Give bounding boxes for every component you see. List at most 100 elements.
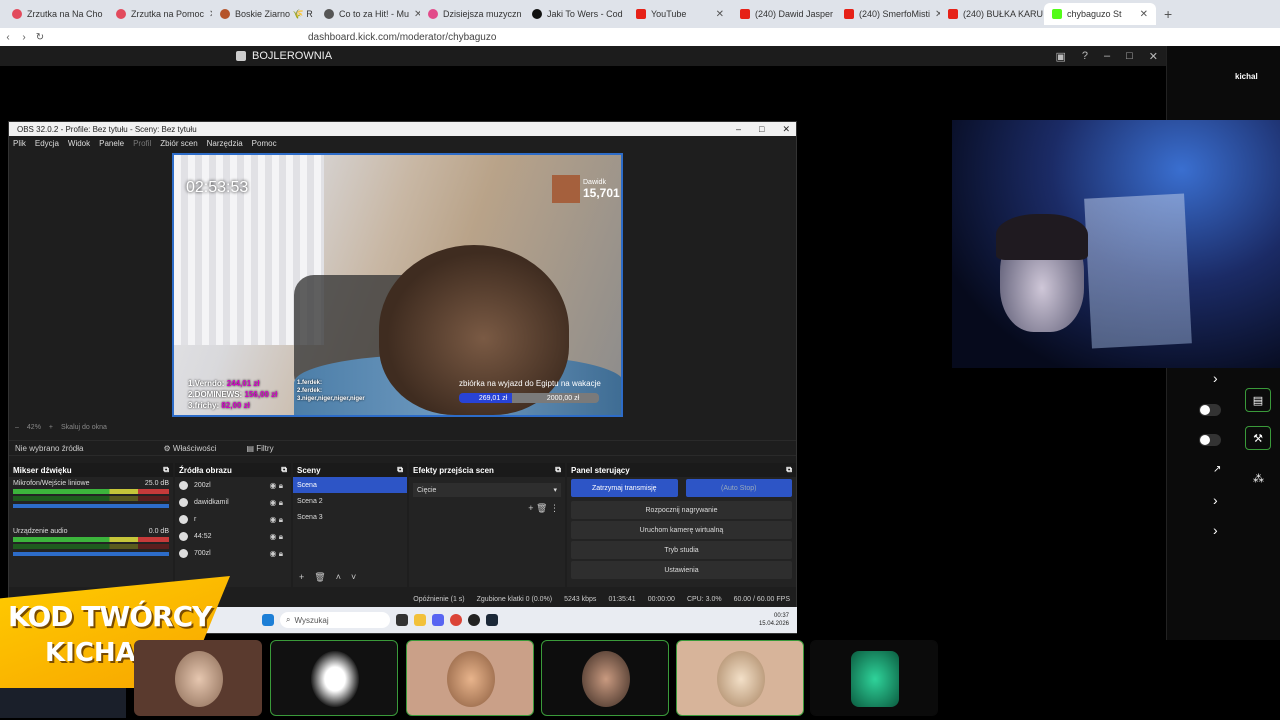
trash-icon[interactable]: 🗑︎ xyxy=(536,503,547,513)
menu-tools[interactable]: Narzędzia xyxy=(207,139,243,148)
help-icon[interactable]: ? xyxy=(1082,50,1088,63)
close-icon[interactable]: ✕ xyxy=(782,124,790,135)
scene-item[interactable]: Scena 2 xyxy=(293,493,407,509)
browser-tab[interactable]: YouTube ✕ xyxy=(628,3,732,25)
dock-menu-icon[interactable]: ⧉ xyxy=(786,465,792,475)
settings-button[interactable]: Ustawienia xyxy=(571,561,792,579)
chrome-icon[interactable] xyxy=(450,614,462,626)
studio-mode-button[interactable]: Tryb studia xyxy=(571,541,792,559)
steam-icon[interactable] xyxy=(486,614,498,626)
source-item[interactable]: dawidkamil ◉ 🔒︎ xyxy=(175,494,291,511)
menu-view[interactable]: Widok xyxy=(68,139,90,148)
eye-icon[interactable]: ◉ 🔒︎ xyxy=(270,549,283,559)
layout-button[interactable]: ▤ xyxy=(1245,388,1271,412)
taskbar-clock[interactable]: 00:37 15.04.2026 xyxy=(759,612,797,628)
file-explorer-icon[interactable] xyxy=(414,614,426,626)
browser-tab[interactable]: Zrzutka na Na Cho✕ xyxy=(4,3,108,25)
virtual-camera-button[interactable]: Uruchom kamerę wirtualną xyxy=(571,521,792,539)
discord-icon[interactable] xyxy=(432,614,444,626)
reload-icon[interactable]: ↻ xyxy=(32,32,48,43)
obs-icon[interactable] xyxy=(468,614,480,626)
menu-docks[interactable]: Panele xyxy=(99,139,124,148)
source-item[interactable]: 200zl ◉ 🔒︎ xyxy=(175,477,291,494)
guest-thumbnail[interactable] xyxy=(810,640,938,716)
browser-tab-active[interactable]: chybaguzo St ✕ xyxy=(1044,3,1156,25)
toggle-switch[interactable] xyxy=(1199,404,1221,416)
close-tab-icon[interactable]: ✕ xyxy=(716,9,724,20)
minimize-icon[interactable]: – xyxy=(736,124,741,135)
dock-menu-icon[interactable]: ⧉ xyxy=(397,465,403,475)
app-icon xyxy=(236,51,246,61)
eye-icon[interactable]: ◉ 🔒︎ xyxy=(270,498,283,508)
eye-icon[interactable]: ◉ 🔒︎ xyxy=(270,481,283,491)
browser-tab[interactable]: (240) SmerfoMisti ✕ xyxy=(836,3,940,25)
windows-start-icon[interactable] xyxy=(262,614,274,626)
close-icon[interactable]: ✕ xyxy=(1149,50,1158,63)
guest-thumbnail[interactable] xyxy=(541,640,669,716)
task-view-icon[interactable] xyxy=(396,614,408,626)
volume-slider[interactable] xyxy=(13,504,169,508)
up-icon[interactable]: ˄ xyxy=(336,572,341,583)
transition-select[interactable]: Cięcie ▾ xyxy=(413,483,561,497)
browser-tab[interactable]: Zrzutka na Pomoc✕ xyxy=(108,3,212,25)
menu-edit[interactable]: Edycja xyxy=(35,139,59,148)
guest-thumbnail[interactable] xyxy=(270,640,398,716)
browser-tab[interactable]: (240) BUŁKA KARU✕ xyxy=(940,3,1044,25)
close-tab-icon[interactable]: ✕ xyxy=(1140,9,1148,20)
obs-preview[interactable]: 02:53:53 Dawidk 15,701 1.Verndo: 244,01 … xyxy=(172,153,623,417)
browser-tab[interactable]: Co to za Hit! - Mu ✕ xyxy=(316,3,420,25)
back-icon[interactable]: ‹ xyxy=(0,32,16,43)
pop-out-icon[interactable]: ↗ xyxy=(1213,464,1221,475)
screenshot-icon[interactable]: ▣ xyxy=(1055,50,1065,63)
url-field[interactable]: dashboard.kick.com/moderator/chybaguzo xyxy=(308,32,496,43)
browser-tab[interactable]: Jaki To Wers - Cod✕ xyxy=(524,3,628,25)
dock-menu-icon[interactable]: ⧉ xyxy=(281,465,287,475)
dock-menu-icon[interactable]: ⧉ xyxy=(555,465,561,475)
menu-file[interactable]: Plik xyxy=(13,139,26,148)
filters-button[interactable]: ▤ Filtry xyxy=(246,444,273,453)
toggle-switch[interactable] xyxy=(1199,434,1221,446)
source-item[interactable]: 44:52 ◉ 🔒︎ xyxy=(175,528,291,545)
eye-icon[interactable]: ◉ 🔒︎ xyxy=(270,532,283,542)
new-tab-button[interactable]: + xyxy=(1156,6,1180,22)
properties-button[interactable]: ⚙ Właściwości xyxy=(163,444,216,453)
browser-tab[interactable]: (240) Dawid Jasper✕ xyxy=(732,3,836,25)
menu-help[interactable]: Pomoc xyxy=(252,139,277,148)
maximize-icon[interactable]: □ xyxy=(1126,50,1133,63)
dock-menu-icon[interactable]: ⧉ xyxy=(163,465,169,475)
scene-item-selected[interactable]: Scena xyxy=(293,477,407,493)
eye-icon[interactable]: ◉ 🔒︎ xyxy=(270,515,283,525)
maximize-icon[interactable]: □ xyxy=(759,124,764,135)
browser-tab[interactable]: Dzisiejsza muzyczn✕ xyxy=(420,3,524,25)
chevron-right-icon[interactable]: › xyxy=(1213,522,1218,538)
browser-tab[interactable]: Boskie Ziarno 🌾 R✕ xyxy=(212,3,316,25)
zoom-mode[interactable]: Skaluj do okna xyxy=(61,424,107,431)
guest-thumbnail[interactable] xyxy=(134,640,262,716)
zoom-in-icon[interactable]: + xyxy=(49,424,53,431)
down-icon[interactable]: ˅ xyxy=(351,572,356,583)
trash-icon[interactable]: 🗑︎ xyxy=(314,572,325,583)
menu-profile[interactable]: Profil xyxy=(133,139,151,148)
zoom-out-icon[interactable]: – xyxy=(15,424,19,431)
add-icon[interactable]: + xyxy=(299,572,304,583)
users-icon[interactable]: ⁂ xyxy=(1253,472,1264,485)
add-icon[interactable]: + xyxy=(528,503,533,513)
source-item[interactable]: r ◉ 🔒︎ xyxy=(175,511,291,528)
chevron-right-icon[interactable]: › xyxy=(1213,492,1218,508)
auto-stop-button[interactable]: (Auto Stop) xyxy=(685,479,792,497)
stop-stream-button[interactable]: Zatrzymaj transmisję xyxy=(571,479,678,497)
start-recording-button[interactable]: Rozpocznij nagrywanie xyxy=(571,501,792,519)
more-icon[interactable]: ⋮ xyxy=(550,503,559,513)
menu-scene-collection[interactable]: Zbiór scen xyxy=(160,139,197,148)
forward-icon[interactable]: › xyxy=(16,32,32,43)
minimize-icon[interactable]: – xyxy=(1104,50,1110,63)
transition-toolbar: + 🗑︎ ⋮ xyxy=(409,503,565,514)
volume-slider[interactable] xyxy=(13,552,169,556)
taskbar-search[interactable]: ⌕ Wyszukaj xyxy=(280,612,390,628)
chevron-right-icon[interactable]: › xyxy=(1213,370,1218,386)
tools-button[interactable]: ⚒ xyxy=(1245,426,1271,450)
source-item[interactable]: 700zl ◉ 🔒︎ xyxy=(175,545,291,562)
guest-thumbnail[interactable] xyxy=(676,640,804,716)
guest-thumbnail[interactable] xyxy=(406,640,534,716)
scene-item[interactable]: Scena 3 xyxy=(293,509,407,525)
